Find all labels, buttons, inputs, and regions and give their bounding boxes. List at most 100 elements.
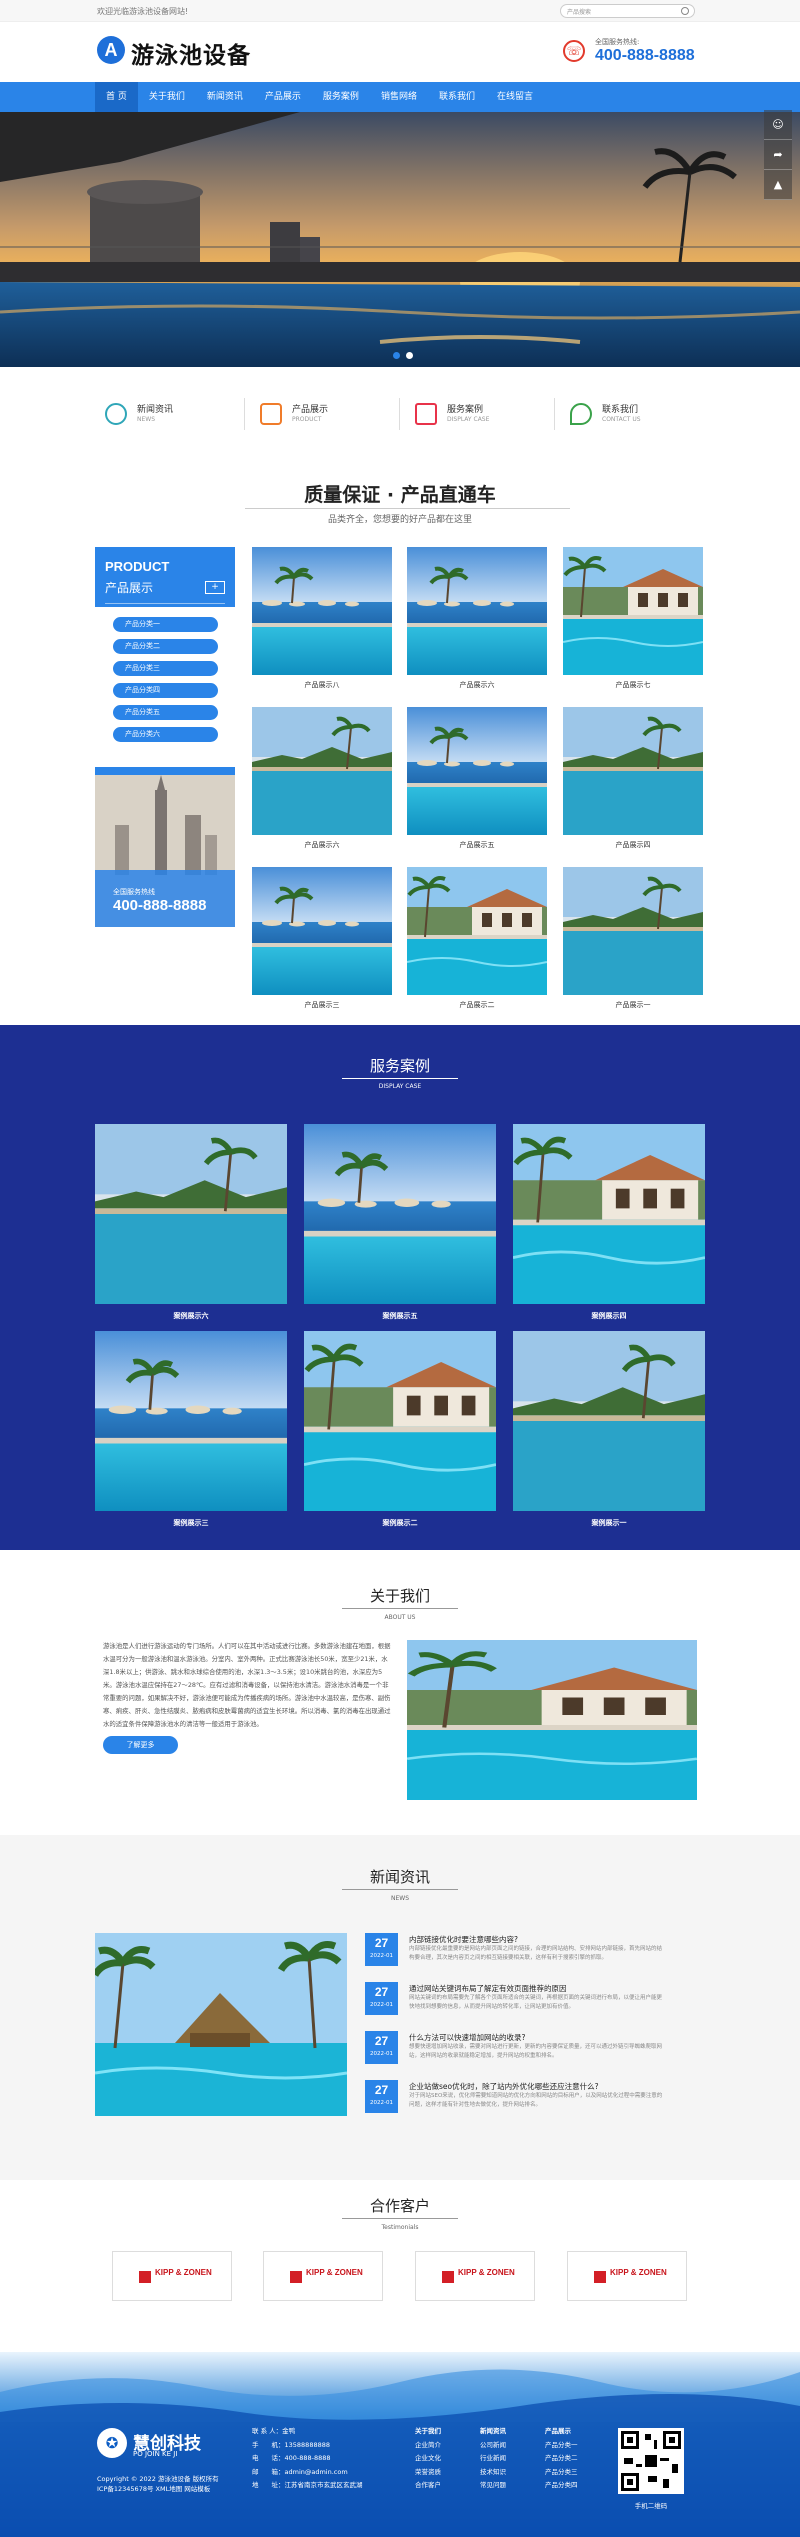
nav-item-message[interactable]: 在线留言 bbox=[486, 82, 544, 112]
partner-logo[interactable]: KIPP & ZONEN bbox=[112, 2251, 232, 2301]
cases-subtitle: DISPLAY CASE bbox=[378, 1083, 422, 1090]
news-title-link[interactable]: 内部链接优化时要注意哪些内容? bbox=[409, 1934, 518, 1945]
news-title-link[interactable]: 企业站做seo优化时，除了站内外优化哪些还应注意什么? bbox=[409, 2081, 599, 2092]
banner-dot-2[interactable] bbox=[406, 352, 413, 359]
icp-text[interactable]: ICP备12345678号 XML地图 网站模板 bbox=[97, 2484, 237, 2494]
case-name[interactable]: 案例展示三 bbox=[95, 1518, 287, 1528]
location-icon bbox=[570, 403, 592, 425]
product-card[interactable]: 产品展示二 bbox=[407, 867, 547, 1012]
back-to-top-icon[interactable]: ▲ bbox=[764, 170, 792, 200]
hotline-label: 全国服务热线: bbox=[595, 38, 640, 46]
quick-link-title: 联系我们 bbox=[602, 405, 639, 415]
product-card[interactable]: 产品展示四 bbox=[563, 707, 703, 852]
about-subtitle: ABOUT US bbox=[384, 1614, 416, 1621]
news-date: 27 2022-01 bbox=[365, 2031, 398, 2064]
quick-link-cases[interactable]: 服务案例 DISPLAY CASE bbox=[405, 395, 555, 435]
case-image bbox=[304, 1124, 496, 1304]
search-input[interactable]: 产品搜索 bbox=[560, 4, 695, 18]
news-item[interactable]: 27 2022-01 通过网站关键词布局了解定有效页面推荐的原因 网站关键词的布局… bbox=[365, 1982, 705, 2028]
product-card[interactable]: 产品展示六 bbox=[252, 707, 392, 852]
product-card[interactable]: 产品展示一 bbox=[563, 867, 703, 1012]
nav-item-cases[interactable]: 服务案例 bbox=[312, 82, 370, 112]
partner-logo[interactable]: KIPP & ZONEN bbox=[263, 2251, 383, 2301]
quick-link-products[interactable]: 产品展示 PRODUCT bbox=[250, 395, 400, 435]
nav-item-sales[interactable]: 销售网络 bbox=[370, 82, 428, 112]
product-card[interactable]: 产品展示五 bbox=[407, 707, 547, 852]
hero-banner[interactable] bbox=[0, 112, 800, 367]
product-name[interactable]: 产品展示二 bbox=[407, 1000, 547, 1010]
nav-item-home[interactable]: 首 页 bbox=[95, 82, 138, 112]
news-item[interactable]: 27 2022-01 内部链接优化时要注意哪些内容? 内部链接优化最重要的是网站内… bbox=[365, 1933, 705, 1979]
products-title: 质量保证 · 产品直通车 bbox=[304, 484, 496, 506]
category-item[interactable]: 产品分类一 bbox=[113, 617, 218, 632]
partner-logo[interactable]: KIPP & ZONEN bbox=[567, 2251, 687, 2301]
copyright-text: Copyright © 2022 游泳池设备 版权所有 bbox=[97, 2475, 219, 2483]
sidebar-title: 产品展示 bbox=[105, 581, 154, 595]
divider bbox=[245, 508, 570, 509]
quick-link-title: 产品展示 bbox=[292, 405, 329, 415]
case-name[interactable]: 案例展示二 bbox=[304, 1518, 496, 1528]
category-item[interactable]: 产品分类三 bbox=[113, 661, 218, 676]
product-name[interactable]: 产品展示一 bbox=[563, 1000, 703, 1010]
product-name[interactable]: 产品展示七 bbox=[563, 680, 703, 690]
customer-service-icon[interactable]: ☺ bbox=[764, 110, 792, 140]
partners-title: 合作客户 bbox=[369, 2197, 430, 2215]
logo-icon[interactable]: A bbox=[97, 36, 125, 64]
case-name[interactable]: 案例展示六 bbox=[95, 1311, 287, 1321]
product-card[interactable]: 产品展示八 bbox=[252, 547, 392, 692]
side-tools: ☺ ➦ ▲ bbox=[764, 110, 792, 200]
sidebar-hotline: 400-888-8888 bbox=[113, 897, 207, 914]
news-item[interactable]: 27 2022-01 什么方法可以快速增加网站的收录? 想要快速增加网站收录，需要… bbox=[365, 2031, 705, 2077]
news-title-link[interactable]: 什么方法可以快速增加网站的收录? bbox=[409, 2032, 525, 2043]
case-name[interactable]: 案例展示四 bbox=[513, 1311, 705, 1321]
nav-item-contact[interactable]: 联系我们 bbox=[428, 82, 486, 112]
product-name[interactable]: 产品展示五 bbox=[407, 840, 547, 850]
news-desc: 内部链接优化最重要的是网站内部页面之间的链接，合理的网站结构、安排网站内部链接，… bbox=[409, 1946, 663, 1961]
product-name[interactable]: 产品展示六 bbox=[407, 680, 547, 690]
case-card[interactable]: 案例展示二 bbox=[304, 1331, 496, 1531]
case-card[interactable]: 案例展示一 bbox=[513, 1331, 705, 1531]
case-card[interactable]: 案例展示五 bbox=[304, 1124, 496, 1324]
share-icon[interactable]: ➦ bbox=[764, 140, 792, 170]
category-item[interactable]: 产品分类五 bbox=[113, 705, 218, 720]
quick-link-contact[interactable]: 联系我们 CONTACT US bbox=[560, 395, 710, 435]
case-name[interactable]: 案例展示五 bbox=[304, 1311, 496, 1321]
product-name[interactable]: 产品展示六 bbox=[252, 840, 392, 850]
news-item[interactable]: 27 2022-01 企业站做seo优化时，除了站内外优化哪些还应注意什么? 对于… bbox=[365, 2080, 705, 2126]
case-card[interactable]: 案例展示三 bbox=[95, 1331, 287, 1531]
news-title: 新闻资讯 bbox=[369, 1868, 430, 1886]
products-subheading: 品类齐全，您想要的好产品都在这里 bbox=[0, 512, 800, 525]
product-card[interactable]: 产品展示三 bbox=[252, 867, 392, 1012]
footer-col-news: 新闻资讯 公司新闻 行业新闻 技术知识 常见问题 bbox=[480, 2427, 506, 2489]
product-card[interactable]: 产品展示六 bbox=[407, 547, 547, 692]
site-brand[interactable]: 游泳池设备 bbox=[131, 36, 251, 70]
product-name[interactable]: 产品展示四 bbox=[563, 840, 703, 850]
learn-more-button[interactable]: 了解更多 bbox=[103, 1736, 178, 1754]
product-name[interactable]: 产品展示三 bbox=[252, 1000, 392, 1010]
category-item[interactable]: 产品分类二 bbox=[113, 639, 218, 654]
product-name[interactable]: 产品展示八 bbox=[252, 680, 392, 690]
case-card[interactable]: 案例展示六 bbox=[95, 1124, 287, 1324]
more-icon[interactable]: + bbox=[205, 581, 225, 594]
nav-item-about[interactable]: 关于我们 bbox=[138, 82, 196, 112]
partner-logo[interactable]: KIPP & ZONEN bbox=[415, 2251, 535, 2301]
category-item[interactable]: 产品分类四 bbox=[113, 683, 218, 698]
case-name[interactable]: 案例展示一 bbox=[513, 1518, 705, 1528]
case-card[interactable]: 案例展示四 bbox=[513, 1124, 705, 1324]
case-image bbox=[513, 1331, 705, 1511]
nav-item-products[interactable]: 产品展示 bbox=[254, 82, 312, 112]
product-card[interactable]: 产品展示七 bbox=[563, 547, 703, 692]
news-title-link[interactable]: 通过网站关键词布局了解定有效页面推荐的原因 bbox=[409, 1983, 567, 1994]
case-image bbox=[95, 1124, 287, 1304]
banner-dot-1[interactable] bbox=[393, 352, 400, 359]
footer-logo-icon: ✪ bbox=[97, 2428, 127, 2458]
phone-icon: ☏ bbox=[563, 40, 585, 62]
products-heading: 质量保证 · 产品直通车 bbox=[0, 480, 800, 507]
search-icon[interactable] bbox=[681, 7, 689, 15]
quick-link-news[interactable]: 新闻资讯 NEWS bbox=[95, 395, 245, 435]
news-image[interactable] bbox=[95, 1933, 347, 2116]
footer-contact: 联 系 人：金鸭手 机：13588888888 电 话：400-888-8888 邮… bbox=[252, 2427, 363, 2489]
nav-item-news[interactable]: 新闻资讯 bbox=[196, 82, 254, 112]
banner-image bbox=[0, 112, 800, 367]
category-item[interactable]: 产品分类六 bbox=[113, 727, 218, 742]
